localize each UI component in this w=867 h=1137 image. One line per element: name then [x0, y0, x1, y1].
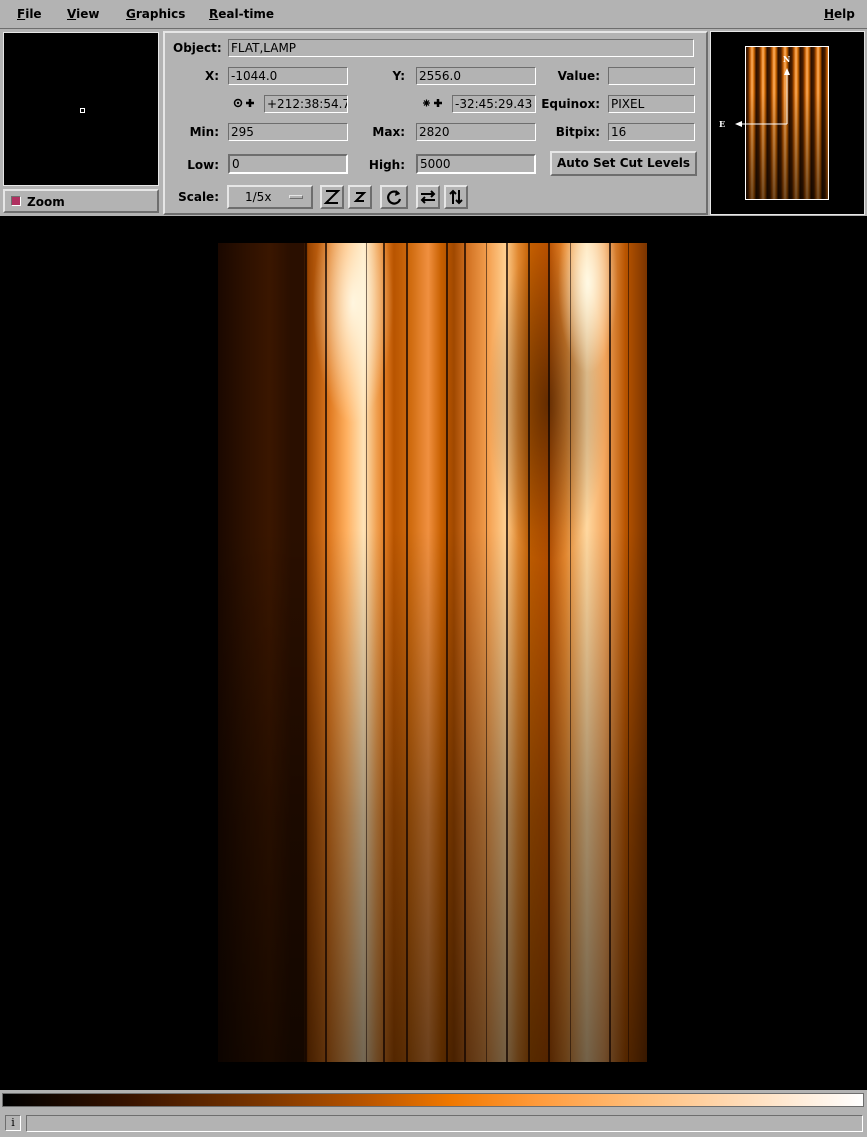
- image-fiber-gap: [366, 243, 367, 1062]
- image-fiber-gap: [628, 243, 629, 1062]
- zoom-in-button[interactable]: [320, 185, 344, 209]
- y-field: 2556.0: [416, 67, 536, 85]
- menu-bar: File View Graphics Real-time Help: [0, 0, 867, 29]
- scale-label: Scale:: [178, 190, 219, 204]
- control-panel: Zoom Object: FLAT,LAMP X: -1044.0 Y: 255…: [0, 29, 867, 216]
- status-bar: i: [0, 1110, 867, 1137]
- status-message: [26, 1115, 863, 1132]
- image-fiber-gap: [570, 243, 571, 1062]
- colorbar[interactable]: [2, 1093, 864, 1107]
- min-field: 295: [228, 123, 348, 141]
- image-fiber-gap: [609, 243, 611, 1062]
- compass-north-label: N: [783, 54, 791, 64]
- max-label: Max:: [372, 125, 405, 139]
- value-field: [608, 67, 695, 85]
- x-field: -1044.0: [228, 67, 348, 85]
- max-field: 2820: [416, 123, 536, 141]
- object-label: Object:: [173, 41, 222, 55]
- min-label: Min:: [189, 125, 219, 139]
- y-label: Y:: [392, 69, 405, 83]
- dec-icon: [421, 95, 445, 111]
- equinox-label: Equinox:: [541, 97, 600, 111]
- x-label: X:: [204, 69, 219, 83]
- compass-east-label: E: [719, 119, 726, 129]
- bitpix-label: Bitpix:: [555, 125, 600, 139]
- image-fiber-gap: [383, 243, 385, 1062]
- scale-option-menu[interactable]: 1/5x: [227, 185, 313, 209]
- zoom-checkbox-indicator: [11, 196, 21, 206]
- info-icon: i: [5, 1115, 21, 1131]
- object-field: FLAT,LAMP: [228, 39, 694, 57]
- zoom-out-button[interactable]: [348, 185, 372, 209]
- image-fiber-gap: [305, 243, 307, 1062]
- scale-value: 1/5x: [245, 190, 272, 204]
- image-fiber-gap: [528, 243, 530, 1062]
- value-label: Value:: [557, 69, 600, 83]
- low-cut-input[interactable]: 0: [228, 154, 348, 174]
- low-label: Low:: [187, 158, 219, 172]
- pan-window[interactable]: N E: [710, 31, 865, 215]
- image-fiber-gap: [548, 243, 550, 1062]
- ra-icon: [233, 95, 257, 111]
- image-fiber-gap: [464, 243, 466, 1062]
- flip-x-button[interactable]: [416, 185, 440, 209]
- image-fiber-gap: [446, 243, 448, 1062]
- menu-help[interactable]: Help: [824, 7, 855, 21]
- image-fiber-gap: [325, 243, 327, 1062]
- menu-realtime[interactable]: Real-time: [209, 7, 274, 21]
- menu-file[interactable]: File: [17, 7, 42, 21]
- zoom-window[interactable]: [3, 32, 159, 186]
- image-fiber-gap: [406, 243, 408, 1062]
- zoom-in-icon: [323, 190, 341, 204]
- image-display[interactable]: [218, 243, 647, 1062]
- flip-y-button[interactable]: [444, 185, 468, 209]
- zoom-label: Zoom: [27, 195, 65, 209]
- ra-field: +212:38:54.79: [264, 95, 348, 113]
- zoom-out-icon: [353, 192, 367, 202]
- flip-x-icon: [420, 190, 436, 204]
- menu-graphics[interactable]: Graphics: [126, 7, 185, 21]
- dec-field: -32:45:29.43: [452, 95, 536, 113]
- rotate-icon: [387, 190, 402, 205]
- flip-y-icon: [449, 189, 463, 205]
- menu-view[interactable]: View: [67, 7, 99, 21]
- image-info-panel: Object: FLAT,LAMP X: -1044.0 Y: 2556.0 V…: [163, 31, 708, 215]
- option-menu-indicator: [289, 195, 303, 199]
- bitpix-field: 16: [608, 123, 695, 141]
- auto-set-cut-levels-button[interactable]: Auto Set Cut Levels: [550, 151, 697, 176]
- high-label: High:: [368, 158, 405, 172]
- image-fiber-gap: [486, 243, 487, 1062]
- equinox-field: PIXEL: [608, 95, 695, 113]
- image-fiber-gap: [506, 243, 508, 1062]
- zoom-toggle-button[interactable]: Zoom: [3, 189, 159, 213]
- high-cut-input[interactable]: 5000: [416, 154, 536, 174]
- rotate-button[interactable]: [380, 185, 408, 209]
- zoom-cursor-marker: [80, 108, 85, 113]
- main-image-canvas[interactable]: [0, 216, 867, 1090]
